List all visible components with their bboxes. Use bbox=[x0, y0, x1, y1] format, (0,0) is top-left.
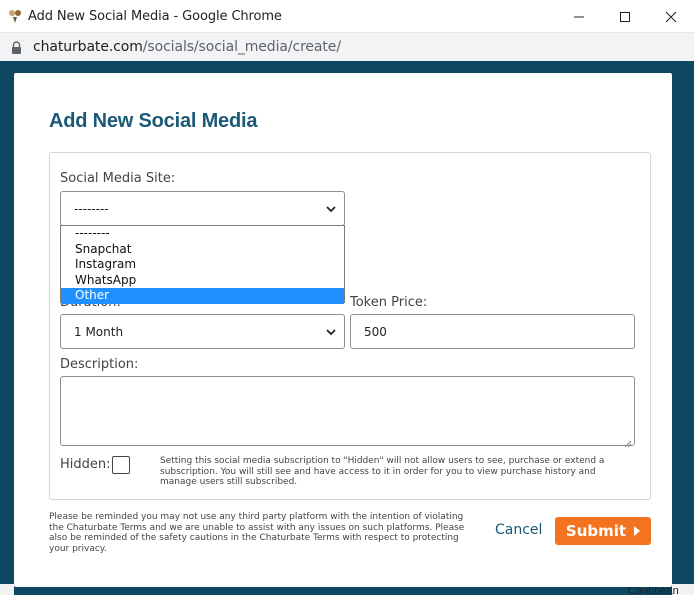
site-select[interactable]: -------- bbox=[60, 191, 345, 226]
token-price-label: Token Price: bbox=[350, 295, 428, 310]
caret-right-icon bbox=[634, 526, 641, 536]
close-window-button[interactable] bbox=[648, 0, 694, 33]
url-host: chaturbate.com bbox=[33, 39, 143, 55]
hidden-hint-text: Setting this social media subscription t… bbox=[160, 456, 605, 487]
description-label: Description: bbox=[60, 357, 139, 372]
site-dropdown-list[interactable]: -------- Snapchat Instagram WhatsApp Oth… bbox=[60, 225, 345, 304]
submit-label: Submit bbox=[565, 522, 627, 540]
duration-select-value: 1 Month bbox=[74, 324, 124, 339]
maximize-button[interactable] bbox=[602, 0, 648, 33]
window-title: Add New Social Media - Google Chrome bbox=[28, 8, 282, 24]
description-textarea[interactable] bbox=[60, 376, 635, 448]
duration-select[interactable]: 1 Month bbox=[60, 314, 345, 349]
address-bar[interactable]: chaturbate.com/socials/social_media/crea… bbox=[0, 33, 694, 61]
hidden-checkbox[interactable] bbox=[112, 456, 130, 474]
token-price-value: 500 bbox=[364, 324, 387, 339]
dropdown-option[interactable]: Instagram bbox=[61, 257, 344, 273]
modal-title: Add New Social Media bbox=[49, 110, 258, 132]
terms-reminder-note: Please be reminded you may not use any t… bbox=[49, 512, 465, 554]
token-price-input[interactable]: 500 bbox=[350, 314, 635, 349]
browser-titlebar: Add New Social Media - Google Chrome bbox=[0, 0, 694, 33]
site-select-value: -------- bbox=[74, 201, 109, 216]
chevron-down-icon bbox=[325, 326, 337, 338]
site-label: Social Media Site: bbox=[60, 171, 176, 186]
window-controls bbox=[556, 0, 694, 33]
chevron-down-icon bbox=[325, 203, 337, 215]
add-social-media-modal: Add New Social Media Social Media Site: … bbox=[14, 73, 672, 587]
cancel-button[interactable]: Cancel bbox=[495, 522, 542, 538]
minimize-button[interactable] bbox=[556, 0, 602, 33]
dropdown-option[interactable]: -------- bbox=[61, 226, 344, 242]
site-favicon-icon bbox=[7, 8, 23, 24]
dropdown-option[interactable]: Snapchat bbox=[61, 242, 344, 258]
social-media-form: Social Media Site: -------- Duration: 1 … bbox=[49, 152, 651, 500]
dropdown-option[interactable]: WhatsApp bbox=[61, 273, 344, 289]
background-page-strip-left bbox=[0, 584, 14, 595]
url-text[interactable]: chaturbate.com/socials/social_media/crea… bbox=[33, 39, 341, 55]
resize-grip-icon[interactable] bbox=[624, 435, 632, 448]
lock-icon[interactable] bbox=[11, 40, 23, 54]
url-path: /socials/social_media/create/ bbox=[142, 39, 341, 55]
hidden-label: Hidden: bbox=[60, 457, 111, 472]
submit-button[interactable]: Submit bbox=[555, 517, 651, 545]
dropdown-option[interactable]: Other bbox=[61, 288, 344, 304]
